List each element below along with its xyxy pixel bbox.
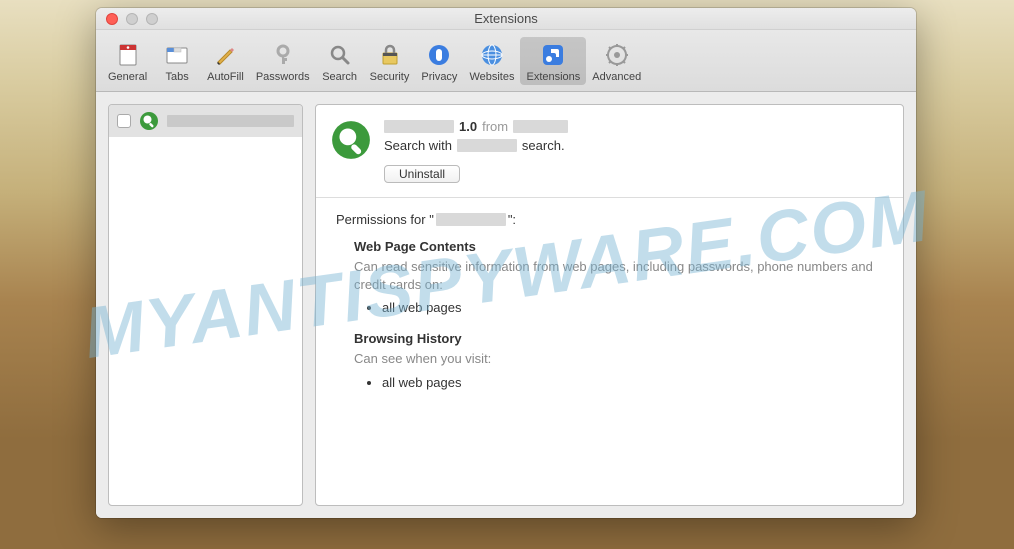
tab-label: Security (370, 71, 410, 83)
preferences-window: Extensions General Tabs AutoFill Passwor… (96, 8, 916, 518)
tabs-icon (163, 41, 191, 69)
extension-enable-checkbox[interactable] (117, 114, 131, 128)
extension-name-redacted (457, 139, 517, 152)
permission-webpage-contents: Web Page Contents Can read sensitive inf… (354, 239, 883, 315)
extension-name-redacted (384, 120, 454, 133)
tab-passwords[interactable]: Passwords (250, 37, 316, 85)
content-area: 1.0 from Search with search. Uninstall P… (96, 92, 916, 518)
tab-autofill[interactable]: AutoFill (201, 37, 250, 85)
permissions-title: Permissions for " ": (336, 212, 883, 227)
desc-suffix: search. (522, 138, 565, 153)
detail-header: 1.0 from Search with search. Uninstall (316, 105, 903, 198)
permission-list: all web pages (382, 300, 883, 315)
permission-description: Can see when you visit: (354, 350, 883, 368)
window-title: Extensions (96, 11, 916, 26)
extension-detail-panel: 1.0 from Search with search. Uninstall P… (315, 104, 904, 506)
desc-prefix: Search with (384, 138, 452, 153)
security-icon (376, 41, 404, 69)
perms-suffix: ": (508, 212, 516, 227)
uninstall-button[interactable]: Uninstall (384, 165, 460, 183)
search-icon (326, 41, 354, 69)
tab-label: Tabs (166, 71, 189, 83)
permission-browsing-history: Browsing History Can see when you visit:… (354, 331, 883, 389)
extensions-icon (539, 41, 567, 69)
tab-label: Privacy (421, 71, 457, 83)
advanced-icon (603, 41, 631, 69)
tab-extensions[interactable]: Extensions (520, 37, 586, 85)
extension-large-icon (330, 119, 372, 161)
extension-icon (139, 111, 159, 131)
tab-search[interactable]: Search (316, 37, 364, 85)
preferences-toolbar: General Tabs AutoFill Passwords Search (96, 30, 916, 92)
autofill-icon (211, 41, 239, 69)
extensions-sidebar (108, 104, 303, 506)
extension-version: 1.0 (459, 119, 477, 134)
permission-list: all web pages (382, 375, 883, 390)
passwords-icon (269, 41, 297, 69)
extension-name-redacted (436, 213, 506, 226)
permission-description: Can read sensitive information from web … (354, 258, 883, 294)
tab-label: Extensions (526, 71, 580, 83)
perms-prefix: Permissions for " (336, 212, 434, 227)
window-titlebar[interactable]: Extensions (96, 8, 916, 30)
tab-label: Advanced (592, 71, 641, 83)
permission-item: all web pages (382, 300, 883, 315)
detail-header-text: 1.0 from Search with search. Uninstall (384, 119, 885, 183)
websites-icon (478, 41, 506, 69)
tab-websites[interactable]: Websites (463, 37, 520, 85)
permissions-section: Permissions for " ": Web Page Contents C… (316, 198, 903, 420)
privacy-icon (425, 41, 453, 69)
extension-author-redacted (513, 120, 568, 133)
from-label: from (482, 119, 508, 134)
tab-security[interactable]: Security (364, 37, 416, 85)
tab-privacy[interactable]: Privacy (415, 37, 463, 85)
extension-name-redacted (167, 115, 294, 127)
tab-label: AutoFill (207, 71, 244, 83)
tab-advanced[interactable]: Advanced (586, 37, 647, 85)
permission-item: all web pages (382, 375, 883, 390)
tab-label: Passwords (256, 71, 310, 83)
tab-label: Search (322, 71, 357, 83)
tab-general[interactable]: General (102, 37, 153, 85)
permission-heading: Web Page Contents (354, 239, 883, 254)
extension-list-item[interactable] (109, 105, 302, 137)
tab-label: General (108, 71, 147, 83)
general-icon (114, 41, 142, 69)
tab-label: Websites (469, 71, 514, 83)
tab-tabs[interactable]: Tabs (153, 37, 201, 85)
permission-heading: Browsing History (354, 331, 883, 346)
